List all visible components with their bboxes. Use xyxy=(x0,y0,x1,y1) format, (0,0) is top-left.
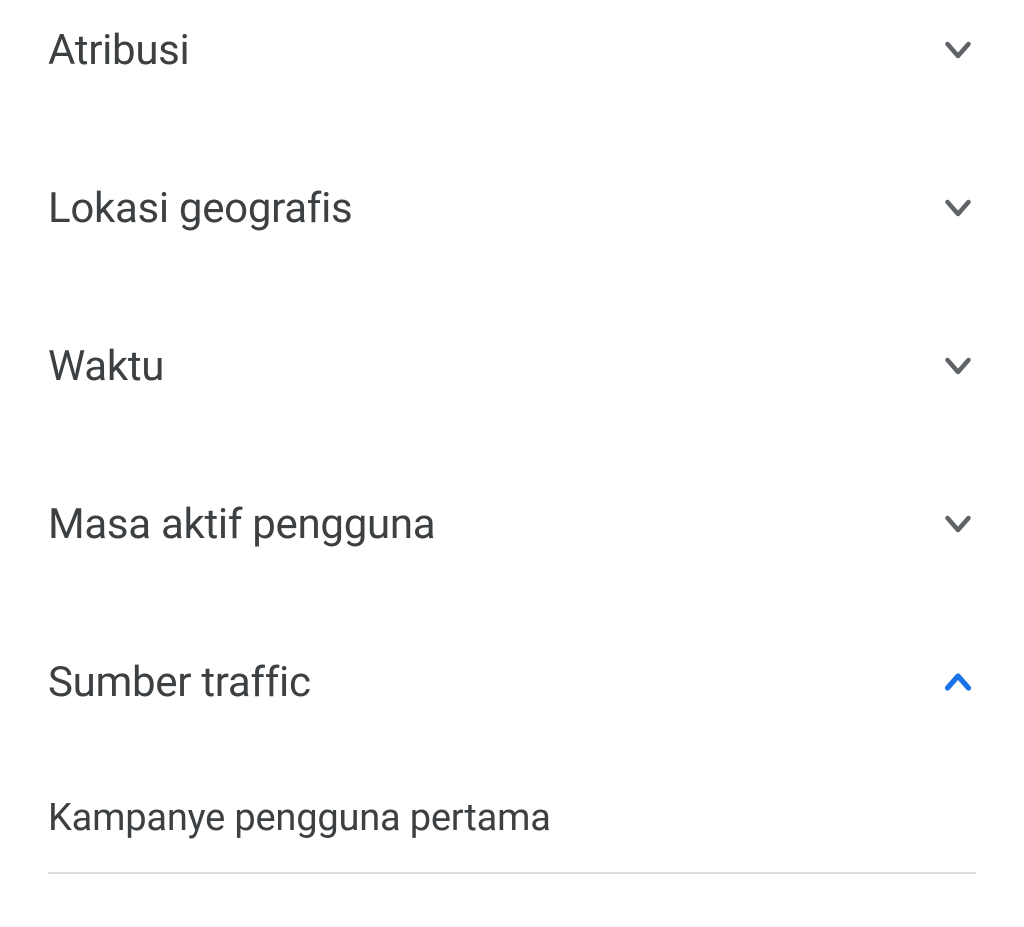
spacer xyxy=(0,574,1024,632)
accordion-label: Masa aktif pengguna xyxy=(48,500,435,549)
chevron-up-icon xyxy=(940,664,976,700)
accordion-label: Sumber traffic xyxy=(48,658,311,707)
accordion-label: Atribusi xyxy=(48,26,189,75)
chevron-down-icon xyxy=(940,348,976,384)
accordion-label: Lokasi geografis xyxy=(48,184,352,233)
spacer xyxy=(0,416,1024,474)
accordion-item-waktu[interactable]: Waktu xyxy=(0,316,1024,416)
sub-items-container: Kampanye pengguna pertama xyxy=(0,774,1024,874)
accordion-item-atribusi[interactable]: Atribusi xyxy=(0,0,1024,100)
accordion-item-masa-aktif-pengguna[interactable]: Masa aktif pengguna xyxy=(0,474,1024,574)
spacer xyxy=(0,732,1024,774)
spacer xyxy=(0,100,1024,158)
chevron-down-icon xyxy=(940,32,976,68)
accordion-item-lokasi-geografis[interactable]: Lokasi geografis xyxy=(0,158,1024,258)
chevron-down-icon xyxy=(940,190,976,226)
spacer xyxy=(0,258,1024,316)
sub-item-kampanye-pengguna-pertama[interactable]: Kampanye pengguna pertama xyxy=(48,774,976,874)
sub-item-label: Kampanye pengguna pertama xyxy=(48,796,551,840)
chevron-down-icon xyxy=(940,506,976,542)
accordion-item-sumber-traffic[interactable]: Sumber traffic xyxy=(0,632,1024,732)
accordion-label: Waktu xyxy=(48,342,164,391)
